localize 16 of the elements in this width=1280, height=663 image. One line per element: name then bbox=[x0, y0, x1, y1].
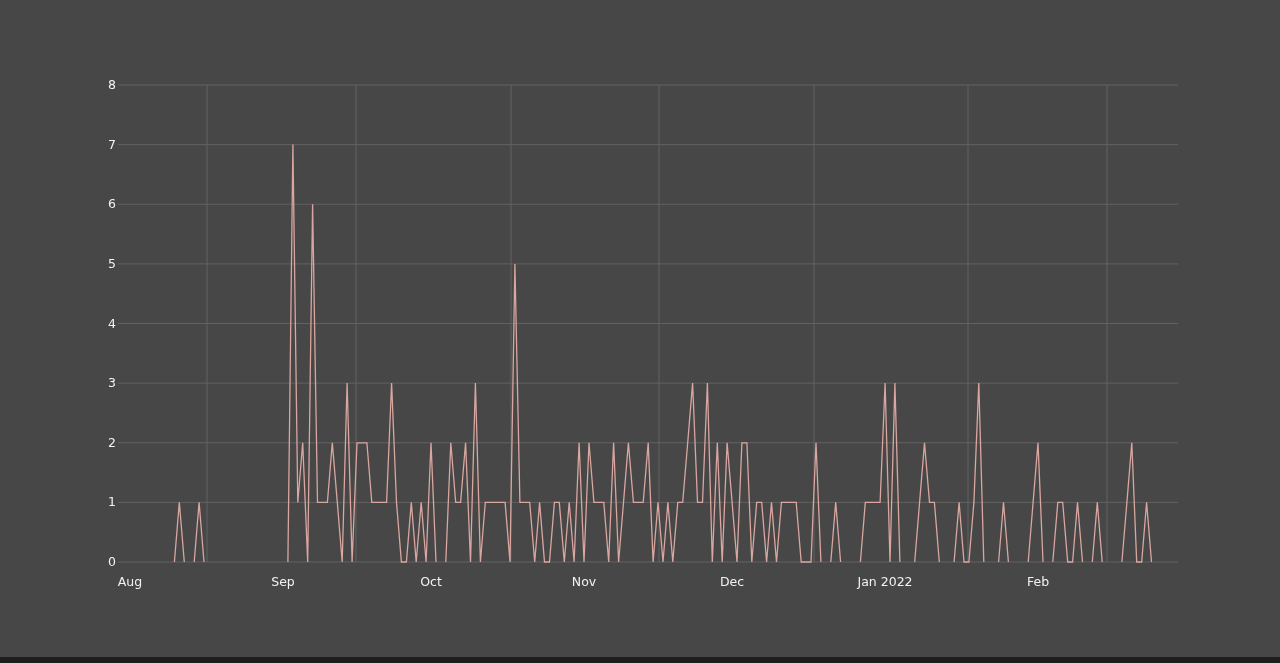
y-tick-label: 5 bbox=[108, 255, 116, 271]
x-tick-label: Nov bbox=[571, 574, 597, 589]
x-tick-label: Feb bbox=[1026, 574, 1050, 589]
x-tick-label: Aug bbox=[117, 574, 143, 589]
y-tick-label: 8 bbox=[108, 77, 116, 92]
x-tick-label: Sep bbox=[271, 574, 295, 589]
y-tick-label: 2 bbox=[108, 434, 116, 450]
y-tick-label: 0 bbox=[108, 554, 116, 569]
y-tick-label: 7 bbox=[108, 136, 116, 152]
y-tick-label: 6 bbox=[108, 196, 116, 212]
x-tick-label: Dec bbox=[719, 574, 745, 589]
x-tick-label: Oct bbox=[420, 574, 442, 589]
y-tick-label: 4 bbox=[108, 315, 116, 331]
y-tick-label: 3 bbox=[108, 375, 116, 391]
x-tick-label: Jan 2022 bbox=[857, 574, 913, 589]
y-tick-label: 1 bbox=[108, 494, 116, 510]
